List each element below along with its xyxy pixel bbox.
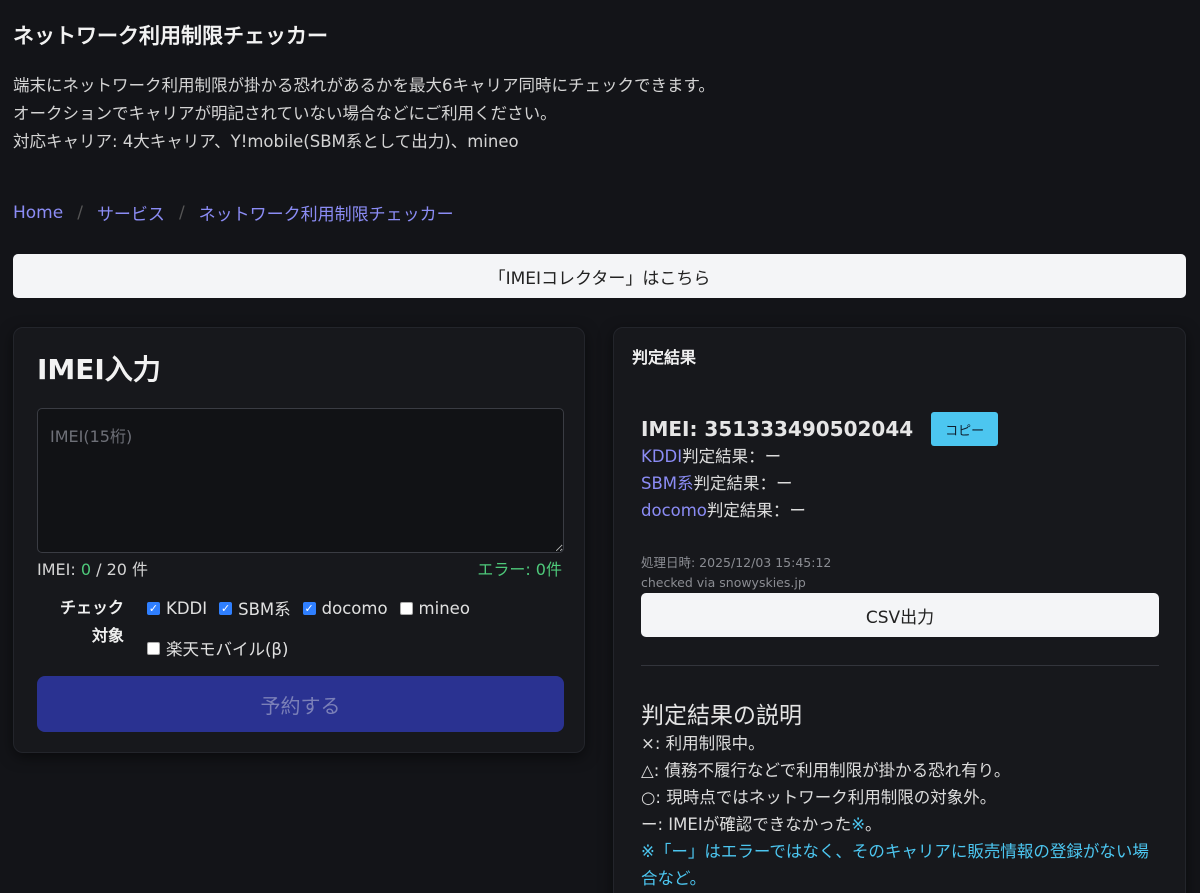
checkbox-kddi[interactable]: ✓ KDDI	[147, 599, 207, 618]
breadcrumb-services[interactable]: サービス	[97, 200, 165, 225]
imei-input-card: IMEI入力 IMEI: 0 / 20 件 エラー: 0件 チェック 対象 ✓ K…	[13, 327, 585, 753]
explanation-item: ○: 現時点ではネットワーク利用制限の対象外。	[641, 788, 997, 807]
checkbox-docomo[interactable]: ✓ docomo	[302, 598, 388, 618]
result-row-docomo: docomo判定結果：ー	[641, 497, 806, 524]
checkbox-checked-icon: ✓	[147, 601, 160, 615]
explanation-list: ×: 利用制限中。 △: 債務不履行などで利用制限が掛かる恐れ有り。 ○: 現時…	[641, 730, 1161, 892]
intro-line: 対応キャリア: 4大キャリア、Y!mobile(SBM系として出力)、mineo	[13, 132, 519, 151]
carrier-link-kddi[interactable]: KDDI	[641, 447, 682, 466]
checkbox-label: 楽天モバイル(β)	[166, 640, 289, 659]
csv-export-button[interactable]: CSV出力	[641, 593, 1159, 637]
result-meta: 処理日時: 2025/12/03 15:45:12 checked via sn…	[641, 553, 831, 593]
checkbox-rakuten[interactable]: 楽天モバイル(β)	[147, 636, 288, 660]
carrier-results: KDDI判定結果：ー SBM系判定結果：ー docomo判定結果：ー	[641, 443, 806, 524]
result-imei: IMEI: 351333490502044	[641, 417, 914, 441]
checkbox-checked-icon: ✓	[302, 601, 316, 615]
note-mark: ※	[851, 815, 866, 834]
imei-input-title: IMEI入力	[37, 353, 161, 386]
result-card: 判定結果 IMEI: 351333490502044 コピー KDDI判定結果：…	[613, 327, 1186, 893]
checkbox-label: KDDI	[166, 598, 208, 618]
breadcrumb-current[interactable]: ネットワーク利用制限チェッカー	[199, 200, 454, 225]
reserve-button[interactable]: 予約する	[37, 676, 564, 732]
breadcrumb-separator: /	[178, 202, 185, 223]
check-target-label: チェック 対象	[44, 594, 124, 650]
imei-textarea[interactable]	[37, 408, 564, 553]
explanation-dash-text: ー: IMEIが確認できなかった	[641, 815, 852, 834]
carrier-link-sbm[interactable]: SBM系	[641, 474, 694, 493]
result-row-sbm: SBM系判定結果：ー	[641, 470, 806, 497]
checkbox-mineo[interactable]: mineo	[399, 598, 470, 618]
copy-button[interactable]: コピー	[931, 412, 999, 446]
carrier-link-docomo[interactable]: docomo	[641, 501, 707, 520]
error-count: エラー: 0件	[477, 560, 562, 579]
checkbox-label: SBM系	[238, 600, 291, 619]
explanation-note: ※「ー」はエラーではなく、そのキャリアに販売情報の登録がない場合など。	[641, 842, 1149, 888]
imei-count-suffix: / 20 件	[91, 560, 149, 579]
result-value: 判定結果：ー	[693, 474, 793, 493]
result-value: 判定結果：ー	[682, 447, 782, 466]
checkbox-label: docomo	[321, 598, 388, 618]
breadcrumb-home[interactable]: Home	[13, 203, 63, 223]
explanation-dash-end: 。	[865, 815, 882, 834]
imei-count: IMEI: 0 / 20 件	[37, 556, 148, 580]
imei-count-value: 0	[80, 560, 92, 579]
explanation-item: ×: 利用制限中。	[641, 734, 765, 753]
breadcrumb-separator: /	[77, 202, 83, 223]
result-imei-row: IMEI: 351333490502044 コピー	[641, 412, 999, 446]
check-target-label-line: チェック	[59, 598, 124, 617]
explanation-item: △: 債務不履行などで利用制限が掛かる恐れ有り。	[641, 761, 1011, 780]
checkbox-sbm[interactable]: ✓ SBM系	[219, 596, 291, 620]
breadcrumb: Home / サービス / ネットワーク利用制限チェッカー	[13, 200, 454, 226]
checkbox-label: mineo	[418, 598, 470, 618]
processed-timestamp: 処理日時: 2025/12/03 15:45:12	[641, 555, 832, 570]
intro-line: 端末にネットワーク利用制限が掛かる恐れがあるかを最大6キャリア同時にチェックでき…	[13, 76, 715, 95]
checked-via: checked via snowyskies.jp	[641, 575, 806, 590]
page-title: ネットワーク利用制限チェッカー	[13, 24, 328, 48]
imei-collector-button[interactable]: 「IMEIコレクター」はこちら	[13, 254, 1186, 298]
imei-count-prefix: IMEI:	[37, 560, 81, 579]
explanation-title: 判定結果の説明	[641, 703, 802, 729]
intro-line: オークションでキャリアが明記されていない場合などにご利用ください。	[13, 104, 557, 123]
check-target-label-line: 対象	[91, 626, 124, 645]
carrier-checkboxes: ✓ KDDI ✓ SBM系 ✓ docomo mineo 楽天モバイル(β)	[147, 596, 547, 676]
result-header: 判定結果	[632, 348, 697, 367]
page-description: 端末にネットワーク利用制限が掛かる恐れがあるかを最大6キャリア同時にチェックでき…	[13, 72, 715, 156]
checkbox-checked-icon: ✓	[219, 601, 233, 615]
divider	[641, 665, 1159, 666]
result-value: 判定結果：ー	[706, 501, 806, 520]
checkbox-unchecked-icon	[147, 641, 160, 655]
explanation-item: ー: IMEIが確認できなかった※。	[641, 811, 1161, 838]
checkbox-unchecked-icon	[399, 601, 413, 615]
result-row-kddi: KDDI判定結果：ー	[641, 443, 806, 470]
